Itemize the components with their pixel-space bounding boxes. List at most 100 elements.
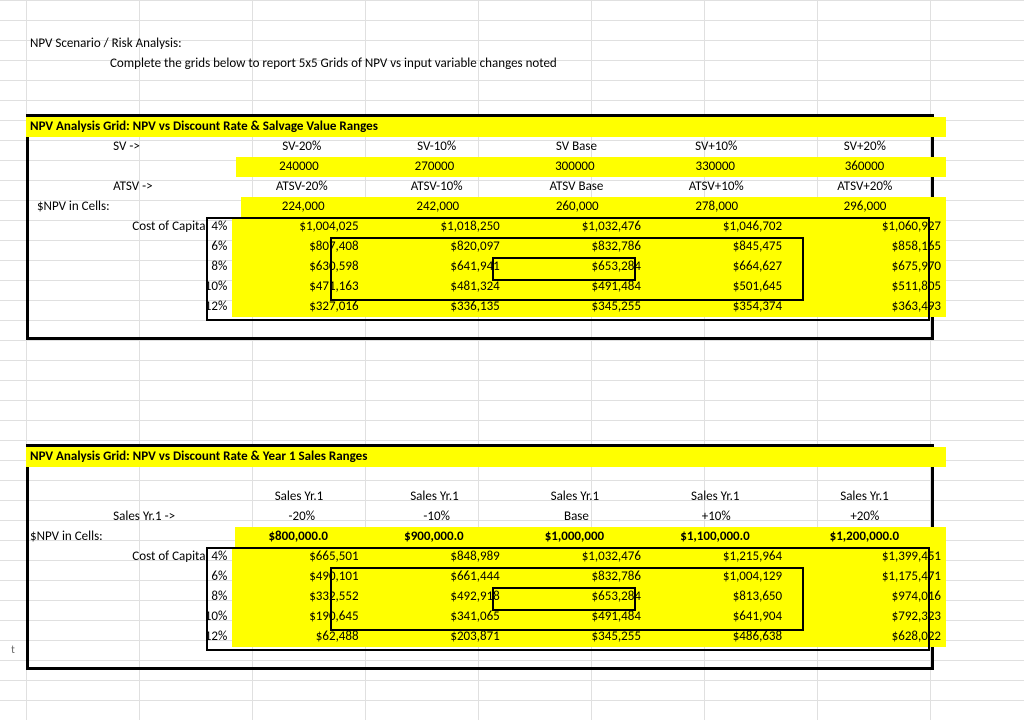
sales-pct: -20% [239,507,369,527]
atsv-val[interactable]: 242,000 [371,197,510,217]
sv-hdr: SV+20% [789,137,946,157]
sv-hdr: SV-20% [239,137,369,157]
npv-cell[interactable]: $345,255 [505,297,646,317]
npv-cell[interactable]: $481,324 [364,277,505,297]
npv-cell[interactable]: $1,215,964 [646,547,787,567]
sv-hdr: SV Base [509,137,649,157]
sv-val[interactable]: 270000 [367,157,507,177]
npv-cell[interactable]: $491,484 [505,277,646,297]
npv-cell[interactable]: $1,399,451 [787,547,946,567]
sales-hdr: Sales Yr.1 [648,487,788,507]
npv-cell[interactable]: $832,786 [505,567,646,587]
npv-cell[interactable]: $628,022 [787,627,946,647]
sales-pct: Base [509,507,649,527]
sales-pct: +10% [649,507,789,527]
npv-cell[interactable]: $845,475 [646,237,787,257]
npv-cell[interactable]: $190,645 [232,607,363,627]
npv-cell[interactable]: $832,786 [505,237,646,257]
spreadsheet: t NPV Scenario / Risk Analysis: Complete… [0,0,1024,720]
npv-cell[interactable]: $336,135 [364,297,505,317]
npv-cell[interactable]: $471,163 [232,277,363,297]
npv-cell[interactable]: $1,004,025 [232,217,363,237]
sales-val[interactable]: $1,100,000.0 [647,527,788,547]
atsv-hdr: ATSV+20% [789,177,946,197]
row-label: 8% [26,587,232,607]
npv-cell[interactable]: $848,989 [364,547,505,567]
npv-cell[interactable]: $974,016 [787,587,946,607]
npv-cell[interactable]: $641,941 [364,257,505,277]
sales-hdr: Sales Yr.1 [788,487,946,507]
row-label: 8% [26,257,232,277]
row-stub: t [0,640,27,660]
npv-cell[interactable]: $341,065 [364,607,505,627]
sv-val[interactable]: 360000 [788,157,946,177]
sv-val[interactable]: 300000 [507,157,647,177]
sales-hdr: Sales Yr.1 [367,487,507,507]
npv-cell[interactable]: $792,323 [787,607,946,627]
npv-cell[interactable]: $820,097 [364,237,505,257]
row-label: 12% [26,627,232,647]
npv-cell[interactable]: $486,638 [646,627,787,647]
sales-val[interactable]: $800,000.0 [235,527,366,547]
row-label: 12% [26,297,232,317]
npv-cell[interactable]: $492,918 [364,587,505,607]
page-subtitle: Complete the grids below to report 5x5 G… [106,54,946,74]
npv-cell[interactable]: $807,408 [232,237,363,257]
npv-cell[interactable]: $490,101 [232,567,363,587]
sales-label: Sales Yr.1 -> [109,507,239,527]
npv-cell[interactable]: $665,501 [232,547,363,567]
sv-label: SV -> [109,137,239,157]
npv-cell[interactable]: $641,904 [646,607,787,627]
npv-cell[interactable]: $1,004,129 [646,567,787,587]
npv-cell[interactable]: $354,374 [646,297,787,317]
npv-cell[interactable]: $1,046,702 [646,217,787,237]
row-label: Cost of Capital 4% [26,547,232,567]
sv-hdr: SV-10% [369,137,509,157]
npv-cell[interactable]: $1,018,250 [364,217,505,237]
npv-cell[interactable]: $511,805 [787,277,946,297]
npv-cell[interactable]: $664,627 [646,257,787,277]
npv-cell[interactable]: $661,444 [364,567,505,587]
sv-val[interactable]: 330000 [648,157,788,177]
npv-cell[interactable]: $1,175,471 [787,567,946,587]
npv-cell[interactable]: $653,284 [505,257,646,277]
atsv-val[interactable]: 278,000 [649,197,788,217]
sales-pct: +20% [789,507,946,527]
npv-cell[interactable]: $1,060,927 [787,217,946,237]
npv-cell[interactable]: $491,484 [505,607,646,627]
atsv-hdr: ATSV-10% [369,177,509,197]
atsv-val[interactable]: 296,000 [789,197,946,217]
sales-hdr: Sales Yr.1 [507,487,647,507]
npv-cell[interactable]: $363,493 [787,297,946,317]
npv-cell[interactable]: $501,645 [646,277,787,297]
row-label: Cost of Capital 4% [26,217,232,237]
npv-label: $NPV in Cells: [26,527,235,547]
npv-cell[interactable]: $858,165 [787,237,946,257]
npv-cell[interactable]: $675,970 [787,257,946,277]
npv-cell[interactable]: $653,284 [505,587,646,607]
sales-val[interactable]: $1,200,000.0 [788,527,946,547]
npv-cell[interactable]: $203,871 [364,627,505,647]
sv-val[interactable]: 240000 [236,157,367,177]
npv-cell[interactable]: $332,552 [232,587,363,607]
sales-pct: -10% [369,507,509,527]
row-label: 6% [26,237,232,257]
row-label: 10% [26,607,232,627]
npv-cell[interactable]: $1,032,476 [505,547,646,567]
atsv-val[interactable]: 224,000 [241,197,371,217]
grid1-heading: NPV Analysis Grid: NPV vs Discount Rate … [26,117,755,137]
npv-cell[interactable]: $62,488 [232,627,363,647]
npv-cell[interactable]: $345,255 [505,627,646,647]
sales-val[interactable]: $1,000,000 [507,527,648,547]
atsv-hdr: ATSV Base [509,177,649,197]
atsv-hdr: ATSV-20% [239,177,369,197]
sales-val[interactable]: $900,000.0 [366,527,507,547]
npv-cell[interactable]: $327,016 [232,297,363,317]
grid2-heading: NPV Analysis Grid: NPV vs Discount Rate … [26,447,755,467]
row-label: 6% [26,567,232,587]
atsv-val[interactable]: 260,000 [510,197,649,217]
npv-cell[interactable]: $813,650 [646,587,787,607]
npv-cell[interactable]: $630,598 [232,257,363,277]
row-label: 10% [26,277,232,297]
npv-cell[interactable]: $1,032,476 [505,217,646,237]
